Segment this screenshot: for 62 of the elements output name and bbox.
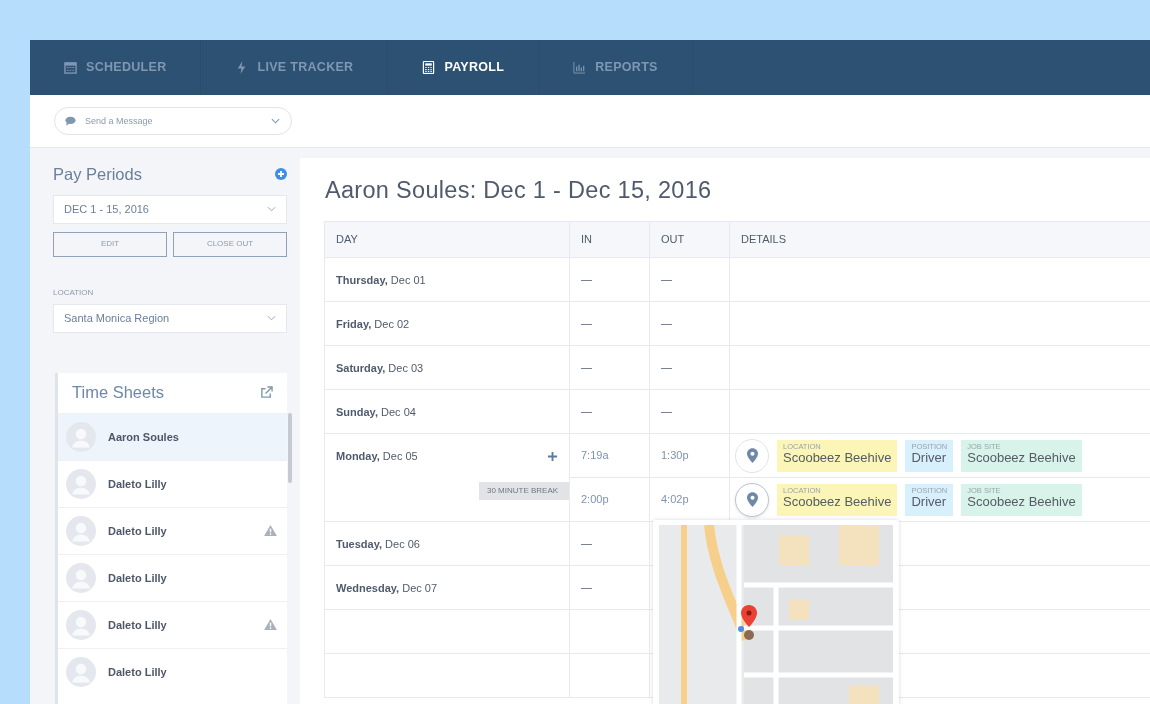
time-text: — <box>661 273 672 286</box>
day-label: Saturday, Dec 03 <box>336 361 424 377</box>
time-text: — <box>581 537 592 550</box>
avatar-icon <box>66 609 96 640</box>
chevron-down-icon <box>267 206 276 213</box>
time-text: 1:30p <box>661 449 689 462</box>
tag-value: Driver <box>911 494 948 510</box>
calculator-icon <box>422 61 436 74</box>
tag-value: Scoobeez Beehive <box>783 494 892 510</box>
section-title: Time Sheets <box>72 382 164 404</box>
time-text: — <box>581 317 592 330</box>
time-text: — <box>581 405 592 418</box>
tag-value: Scoobeez Beehive <box>783 450 892 466</box>
time-text: — <box>661 405 672 418</box>
day-label: Tuesday, Dec 06 <box>336 537 420 553</box>
time-text: — <box>581 361 592 374</box>
message-field[interactable]: Send a Message <box>54 107 292 135</box>
calendar-icon <box>64 61 77 74</box>
map-pin-button[interactable] <box>735 438 769 473</box>
time-text: — <box>581 581 592 594</box>
add-circle-icon[interactable] <box>275 168 287 181</box>
day-label: Sunday, Dec 04 <box>336 405 416 421</box>
avatar-icon <box>66 656 96 687</box>
warning-icon <box>264 525 277 537</box>
time-sheet-item[interactable]: Aaron Soules <box>58 412 287 460</box>
day-label: Friday, Dec 02 <box>336 317 410 333</box>
time-text: — <box>661 361 672 374</box>
day-label: Monday, Dec 05 <box>336 449 418 465</box>
column-header: IN <box>569 221 650 258</box>
add-icon[interactable] <box>547 450 558 462</box>
map-pin-icon <box>746 448 758 464</box>
field-label: LOCATION <box>53 286 95 299</box>
warning-icon <box>264 619 277 631</box>
map-pin-button[interactable] <box>735 482 769 517</box>
section-title: Pay Periods <box>53 164 142 185</box>
column-header: OUT <box>649 221 730 258</box>
map-pin-icon <box>746 492 758 508</box>
tag-value: Driver <box>911 450 948 466</box>
chevron-down-icon <box>271 118 280 124</box>
avatar-icon <box>66 562 96 593</box>
page-title: Aaron Soules: Dec 1 - Dec 15, 2016 <box>325 176 713 205</box>
chat-bubble-icon <box>65 116 76 126</box>
day-label: Wednesday, Dec 07 <box>336 581 438 597</box>
time-text: 4:02p <box>661 493 689 506</box>
avatar-icon <box>66 468 96 499</box>
day-label: Thursday, Dec 01 <box>336 273 426 289</box>
bar-chart-icon <box>573 61 587 74</box>
avatar-icon <box>66 515 96 546</box>
chevron-down-icon <box>267 315 276 322</box>
pay-period-select[interactable]: DEC 1 - 15, 2016 <box>53 194 287 224</box>
external-link-icon[interactable] <box>260 386 273 400</box>
column-header: DETAILS <box>729 221 1150 258</box>
time-text: — <box>581 273 592 286</box>
scrollbar-thumb[interactable] <box>288 412 292 483</box>
location-select[interactable]: Santa Monica Region <box>53 303 287 333</box>
column-header: DAY <box>324 221 570 258</box>
break-label: 30 MINUTE BREAK <box>479 481 569 500</box>
tag-value: Scoobeez Beehive <box>967 450 1076 466</box>
time-text: 7:19a <box>581 449 609 462</box>
tag-value: Scoobeez Beehive <box>967 494 1076 510</box>
time-text: — <box>661 317 672 330</box>
time-text: 2:00p <box>581 493 609 506</box>
